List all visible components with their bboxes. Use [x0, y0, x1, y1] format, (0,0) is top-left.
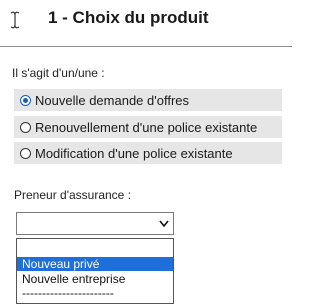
radio-option-label: Nouvelle demande d'offres	[35, 92, 190, 108]
preneur-label: Preneur d'assurance :	[14, 188, 132, 202]
radio-option-label: Renouvellement d'une police existante	[35, 119, 258, 135]
dropdown-option-nouvelle-entreprise[interactable]: Nouvelle entreprise	[17, 272, 173, 286]
preneur-select[interactable]	[16, 212, 174, 235]
radio-button[interactable]	[20, 121, 31, 133]
preneur-dropdown-list[interactable]: Nouveau privé Nouvelle entreprise ------…	[16, 238, 174, 304]
radio-button-checked[interactable]	[20, 94, 31, 106]
request-type-label: Il s'agit d'un/une :	[12, 66, 105, 80]
header-divider	[0, 46, 292, 47]
radio-button[interactable]	[20, 147, 31, 159]
page-title: 1 - Choix du produit	[48, 8, 209, 27]
radio-option-renouvellement[interactable]: Renouvellement d'une police existante	[14, 116, 282, 138]
text-cursor-icon	[10, 11, 20, 29]
dropdown-option-nouveau-prive[interactable]: Nouveau privé	[17, 257, 173, 271]
chevron-down-icon	[159, 220, 169, 228]
dropdown-option-separator: -----------------------	[22, 286, 114, 300]
page-header: 1 - Choix du produit	[0, 0, 294, 48]
radio-option-modification[interactable]: Modification d'une police existante	[14, 142, 282, 164]
dropdown-option-empty[interactable]	[17, 241, 173, 255]
radio-option-nouvelle-demande[interactable]: Nouvelle demande d'offres	[14, 89, 282, 111]
radio-option-label: Modification d'une police existante	[35, 145, 233, 161]
